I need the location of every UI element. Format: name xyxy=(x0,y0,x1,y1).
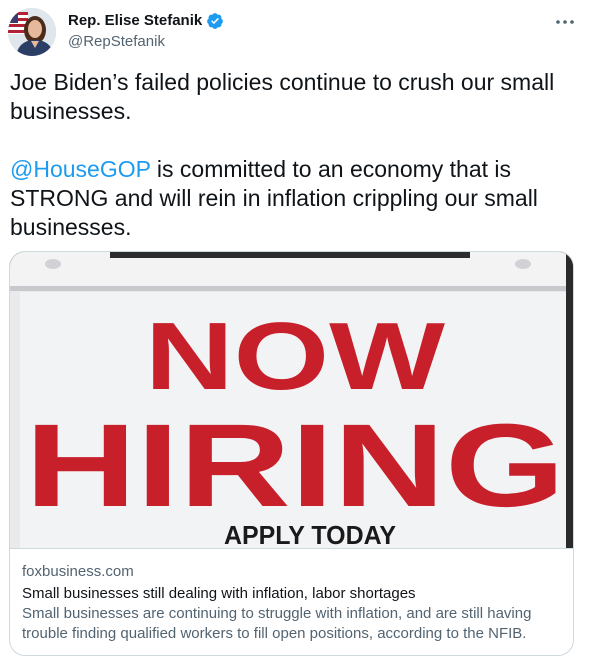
verified-badge-icon xyxy=(206,12,224,30)
tweet-text: Joe Biden’s failed policies continue to … xyxy=(10,68,580,242)
name-row: Rep. Elise Stefanik xyxy=(68,11,224,31)
card-domain: foxbusiness.com xyxy=(22,563,134,580)
mention-link[interactable]: @HouseGOP xyxy=(10,156,151,182)
tweet-paragraph-2: @HouseGOP is committed to an economy tha… xyxy=(10,155,580,242)
card-image[interactable]: NOW HIRING APPLY TODAY xyxy=(10,252,573,548)
tweet-paragraph-1: Joe Biden’s failed policies continue to … xyxy=(10,69,555,124)
link-preview-card[interactable]: NOW HIRING APPLY TODAY foxbusiness.com S… xyxy=(9,251,574,656)
more-dots-icon[interactable] xyxy=(553,12,577,32)
sign-line-hiring: HIRING xyxy=(25,400,565,532)
avatar-image xyxy=(8,8,56,56)
tweet-header: Rep. Elise Stefanik @RepStefanik xyxy=(8,8,583,58)
card-description: Small businesses are continuing to strug… xyxy=(22,605,532,642)
display-name[interactable]: Rep. Elise Stefanik xyxy=(68,11,202,31)
sign-line-now: NOW xyxy=(145,303,445,410)
avatar[interactable] xyxy=(8,8,56,56)
sign-line-apply-today: APPLY TODAY xyxy=(224,520,396,548)
card-meta[interactable]: foxbusiness.com Small businesses still d… xyxy=(10,548,573,655)
handle[interactable]: @RepStefanik xyxy=(68,32,165,52)
card-title: Small businesses still dealing with infl… xyxy=(22,585,416,602)
